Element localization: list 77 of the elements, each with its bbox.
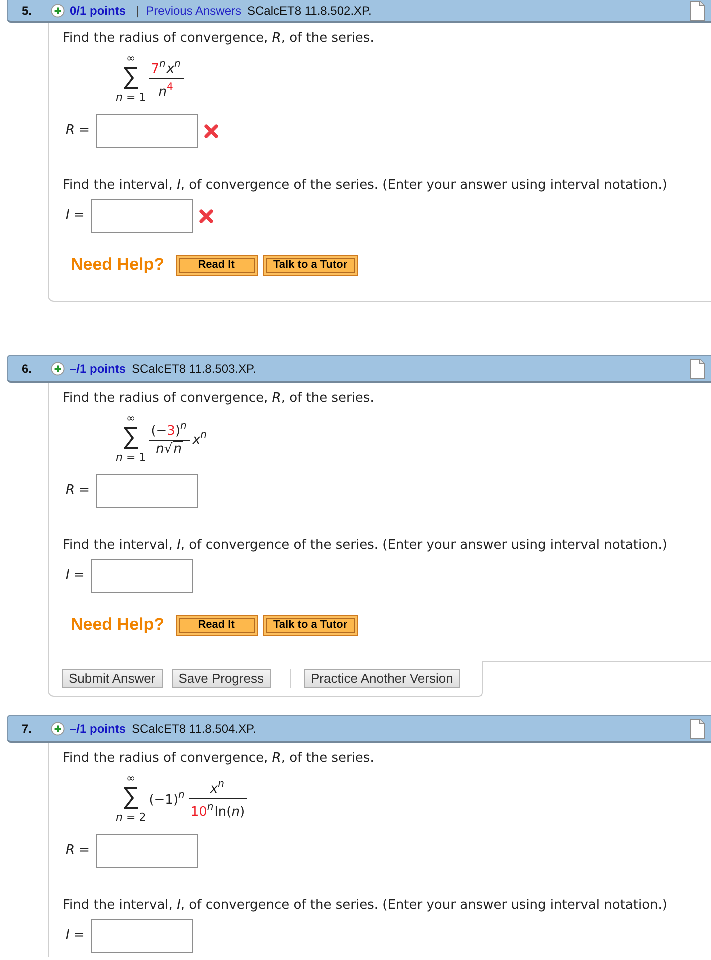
upper-limit: ∞ [126,53,136,64]
math-variable: x [192,433,201,448]
exponent: n [218,778,224,790]
document-icon[interactable] [690,0,705,20]
math-text: (− [151,424,168,439]
help-button[interactable]: Talk to a Tutor [262,614,358,636]
action-button[interactable]: Save Progress [172,669,271,688]
answer-field[interactable] [96,114,198,148]
assignment-code: SCalcET8 11.8.503.XP. [132,360,256,378]
sum-symbol: ∑ [122,784,140,809]
field-label: I = [66,567,85,586]
math-text: 3 [167,424,176,439]
radical-sign: √ [164,442,173,457]
exponent: n [159,58,166,70]
math-text: 7 [151,62,160,76]
exponent: n [174,58,181,70]
document-icon[interactable] [690,718,705,738]
lower-limit: n = 1 [116,92,146,103]
help-button[interactable]: Read It [176,254,258,276]
field-label: I = [66,927,85,946]
document-icon[interactable] [690,358,705,378]
question-number: 6. [21,360,34,378]
help-button[interactable]: Talk to a Tutor [262,254,358,276]
math-text: ) [240,804,246,820]
help-button[interactable]: Read It [176,614,258,636]
points-link[interactable]: –/1 points [70,360,126,378]
upper-limit: ∞ [126,773,136,784]
points-link[interactable]: 0/1 points [70,2,126,20]
radicand-variable: n [172,441,183,457]
pipe-separator: | [136,2,140,20]
question-prompt: Find the radius of convergence, R, of the series. [63,751,376,767]
math-text: ) [175,424,181,439]
math-variable: x [166,62,175,76]
need-help-label: Need Help? [71,254,165,276]
need-help-label: Need Help? [71,614,165,636]
exponent: n [207,802,214,812]
math-text: (−1) [149,793,179,808]
field-label: I = [66,207,85,226]
field-label: R = [66,482,90,500]
math-text: 10 [190,804,208,820]
question-prompt: Find the radius of convergence, R, of the series. [63,391,376,407]
math-variable: n [158,84,167,100]
answer-field[interactable] [96,834,198,868]
question-prompt: Find the radius of convergence, R, of the series. [63,31,376,47]
answer-field[interactable] [90,199,193,233]
plus-icon[interactable] [51,4,65,18]
lower-limit: n = 1 [116,452,146,463]
field-label: R = [66,122,90,140]
exponent: n [200,430,207,441]
question-prompt: Find the interval, I, of convergence of the series. (Enter your answer using interval notation.) [63,178,668,194]
action-button[interactable]: Practice Another Version [304,669,460,688]
assignment-code: SCalcET8 11.8.502.XP. [248,2,372,20]
lower-limit: n = 2 [116,812,146,823]
question-prompt: Find the interval, I, of convergence of the series. (Enter your answer using interval notation.) [63,898,668,914]
plus-icon[interactable] [51,362,65,376]
field-label: R = [66,842,90,860]
question-prompt: Find the interval, I, of convergence of the series. (Enter your answer using interval notation.) [63,538,668,554]
upper-limit: ∞ [126,413,136,424]
math-variable: n [232,804,240,820]
math-text: ln( [214,804,232,820]
math-variable: x [210,782,218,796]
action-button[interactable]: Submit Answer [62,669,163,688]
plus-icon[interactable] [51,722,65,736]
exponent: n [178,790,185,801]
sum-symbol: ∑ [122,64,140,89]
answer-field[interactable] [90,559,193,593]
sum-symbol: ∑ [122,424,140,449]
exponent: 4 [166,82,174,92]
points-link[interactable]: –/1 points [70,720,126,738]
answer-field[interactable] [96,474,198,508]
question-number: 5. [21,2,34,20]
assignment-code: SCalcET8 11.8.504.XP. [132,720,256,738]
previous-answers-link[interactable]: Previous Answers [146,2,242,20]
answer-field[interactable] [90,919,193,953]
exponent: n [180,421,187,432]
question-number: 7. [21,720,34,738]
math-variable: n [156,442,164,457]
